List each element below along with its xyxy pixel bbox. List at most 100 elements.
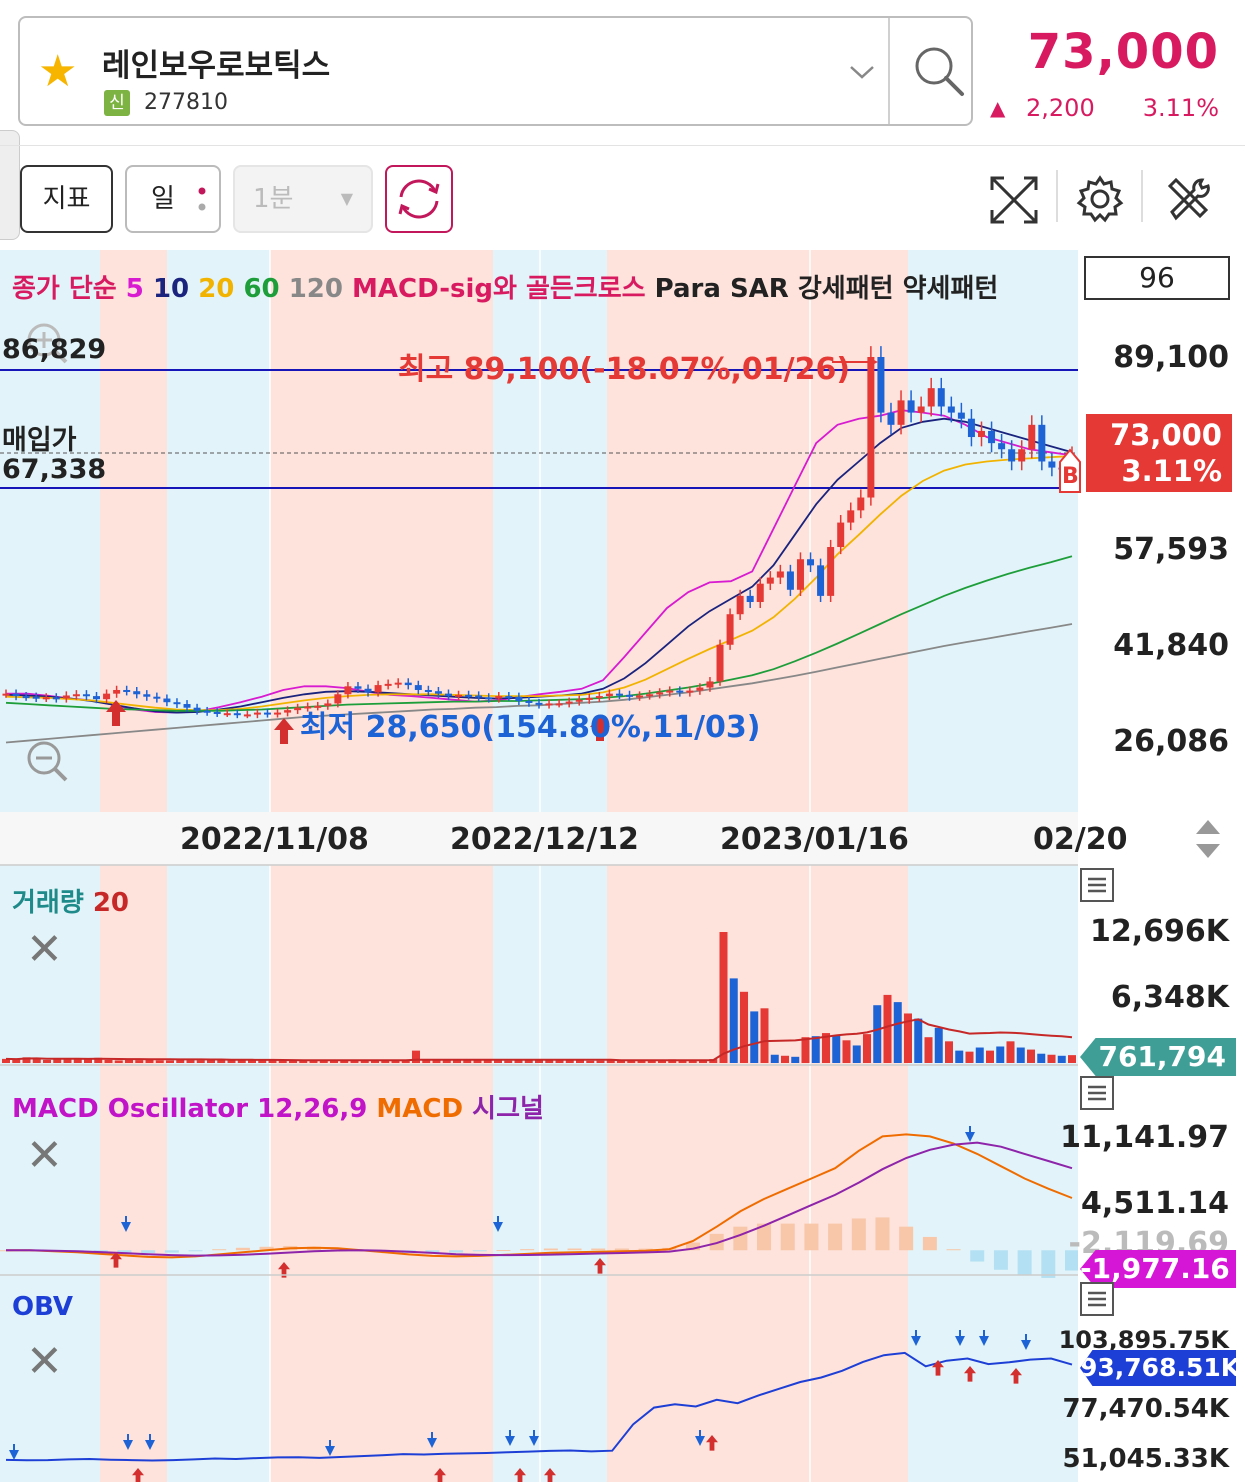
volume-bar bbox=[770, 1054, 779, 1063]
candle-body bbox=[72, 694, 80, 697]
period-button[interactable]: 일 bbox=[125, 165, 221, 233]
volume-bar bbox=[494, 1060, 502, 1063]
indicator-button[interactable]: 지표 bbox=[20, 165, 113, 233]
price-change-percent: 3.11% bbox=[1142, 94, 1219, 122]
candle-body bbox=[605, 693, 613, 697]
macd-label: MACD bbox=[376, 1094, 464, 1124]
candle-body bbox=[676, 690, 684, 693]
candle-body bbox=[515, 696, 523, 701]
indicator-legend[interactable]: 종가 단순 5 10 20 60 120 MACD-sig와 골든크로스 Par… bbox=[12, 268, 998, 305]
volume-bar bbox=[114, 1060, 123, 1063]
volume-bar bbox=[596, 1060, 605, 1063]
stock-selector[interactable]: ★ 레인보우로보틱스 신 277810 bbox=[18, 16, 973, 126]
candle-body bbox=[957, 412, 965, 419]
volume-bar bbox=[84, 1059, 92, 1063]
minute-select[interactable]: 1분 ▼ bbox=[233, 165, 373, 233]
candle-body bbox=[12, 693, 20, 697]
volume-bar bbox=[104, 1059, 113, 1063]
macd-osc-bar bbox=[164, 1250, 179, 1253]
candle-body bbox=[716, 644, 724, 682]
volume-bar bbox=[760, 1008, 769, 1063]
candle-body bbox=[595, 696, 603, 699]
volume-bar bbox=[914, 1018, 923, 1063]
close-icon[interactable]: ✕ bbox=[26, 1340, 63, 1384]
macd-osc-bar bbox=[141, 1250, 156, 1254]
candle-body bbox=[183, 704, 191, 708]
macd-osc-bar bbox=[212, 1249, 227, 1251]
volume-bar bbox=[781, 1055, 789, 1063]
x-tick: 2022/12/12 bbox=[450, 822, 639, 857]
macd-osc-bar bbox=[970, 1250, 985, 1262]
volume-bar bbox=[166, 1060, 174, 1063]
candle-body bbox=[837, 522, 845, 548]
candle-body bbox=[123, 689, 131, 692]
legend-ma120: 120 bbox=[288, 274, 343, 304]
pattern-band bbox=[167, 1275, 270, 1482]
volume-period: 20 bbox=[92, 888, 130, 918]
candle-body bbox=[364, 688, 372, 693]
candle-body bbox=[776, 571, 784, 578]
macd-osc-bar bbox=[899, 1226, 914, 1251]
candle-body bbox=[263, 712, 271, 715]
side-drawer-handle[interactable] bbox=[0, 130, 20, 240]
chevron-down-icon[interactable] bbox=[848, 56, 876, 89]
candle-body bbox=[1048, 461, 1056, 468]
candle-body bbox=[133, 691, 141, 695]
caret-down-icon: ▼ bbox=[340, 189, 353, 208]
macd-osc-bar bbox=[496, 1250, 511, 1252]
volume-bar bbox=[842, 1040, 851, 1063]
tools-icon[interactable] bbox=[1162, 174, 1212, 228]
candle-body bbox=[796, 559, 804, 590]
candle-body bbox=[113, 689, 121, 694]
stock-chart[interactable] bbox=[0, 250, 1245, 1482]
volume-bar bbox=[586, 1060, 595, 1063]
macd-osc-bar bbox=[520, 1249, 535, 1251]
legend-para-sar: Para SAR bbox=[654, 274, 789, 304]
candle-body bbox=[1018, 449, 1026, 462]
volume-bar bbox=[1057, 1055, 1066, 1063]
candle-body bbox=[173, 702, 181, 705]
search-icon[interactable] bbox=[910, 40, 970, 104]
signal-label: 시그널 bbox=[472, 1094, 544, 1124]
candle-body bbox=[827, 547, 835, 596]
candle-count-box[interactable]: 96 bbox=[1084, 256, 1230, 300]
volume-bar bbox=[883, 994, 892, 1063]
candle-body bbox=[897, 400, 905, 425]
candle-body bbox=[394, 682, 402, 685]
volume-bar bbox=[555, 1060, 564, 1063]
pattern-band bbox=[493, 865, 607, 1065]
gear-icon[interactable] bbox=[1075, 174, 1125, 228]
macd-osc-bar bbox=[922, 1236, 937, 1251]
new-listing-badge: 신 bbox=[104, 90, 130, 116]
candle-body bbox=[153, 696, 161, 699]
candle-body bbox=[857, 497, 865, 511]
expand-icon[interactable] bbox=[988, 174, 1040, 230]
divider bbox=[0, 145, 1245, 146]
volume-bar bbox=[207, 1060, 215, 1063]
macd-osc-bar bbox=[828, 1223, 843, 1251]
obv-current-tag: 93,768.51K bbox=[1080, 1350, 1236, 1386]
refresh-button[interactable] bbox=[385, 165, 453, 233]
candle-body bbox=[967, 418, 975, 438]
menu-icon[interactable] bbox=[1080, 868, 1114, 902]
x-tick: 2023/01/16 bbox=[720, 822, 909, 857]
pattern-band bbox=[270, 1275, 493, 1482]
close-icon[interactable]: ✕ bbox=[26, 1134, 63, 1178]
menu-icon[interactable] bbox=[1080, 1282, 1114, 1316]
macd-osc-bar bbox=[567, 1248, 582, 1251]
candle-body bbox=[998, 443, 1006, 450]
pattern-bands bbox=[0, 250, 1078, 1482]
y-tick-price: 41,840 bbox=[1113, 628, 1229, 663]
volume-bar bbox=[1047, 1054, 1056, 1063]
buy-signal-label: B bbox=[1062, 464, 1079, 489]
macd-osc-bar bbox=[591, 1248, 606, 1251]
favorite-star-icon[interactable]: ★ bbox=[38, 50, 77, 94]
macd-osc-bar bbox=[993, 1250, 1008, 1270]
volume-bar bbox=[412, 1050, 420, 1063]
close-icon[interactable]: ✕ bbox=[26, 928, 63, 972]
macd-osc-bar bbox=[780, 1223, 795, 1251]
menu-icon[interactable] bbox=[1080, 1076, 1114, 1110]
volume-bar bbox=[155, 1060, 164, 1063]
macd-osc-bar bbox=[733, 1226, 748, 1251]
candle-body bbox=[374, 685, 382, 693]
